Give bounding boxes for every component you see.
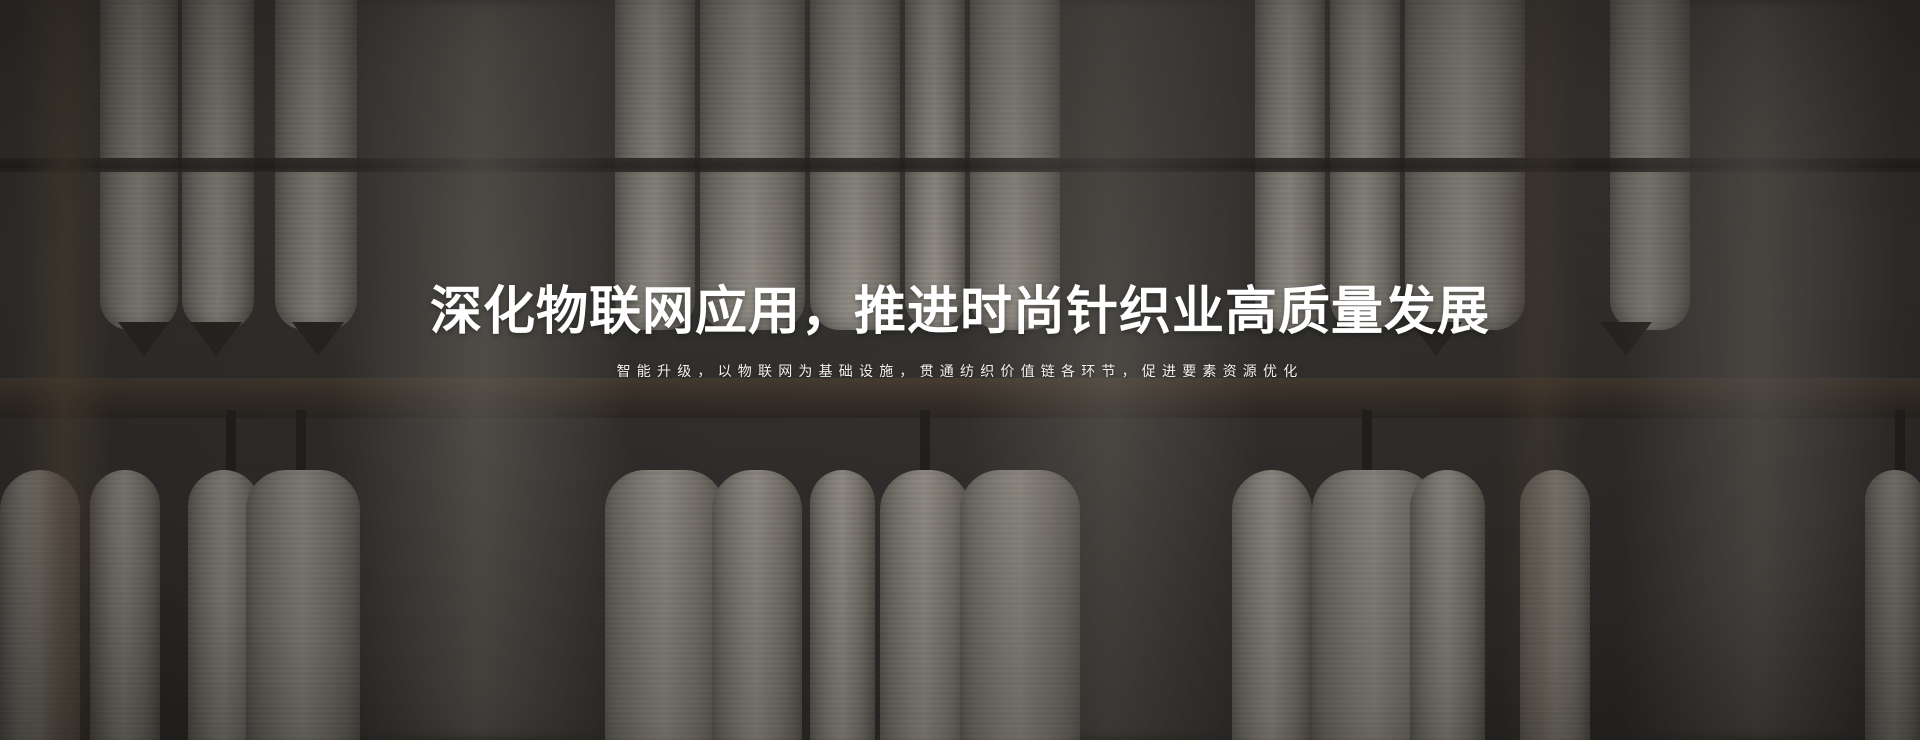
- hero-title: 深化物联网应用，推进时尚针织业高质量发展: [429, 282, 1490, 342]
- hero-content: 深化物联网应用，推进时尚针织业高质量发展 智能升级，以物联网为基础设施，贯通纺织…: [0, 0, 1920, 740]
- hero-banner: 深化物联网应用，推进时尚针织业高质量发展 智能升级，以物联网为基础设施，贯通纺织…: [0, 0, 1920, 740]
- hero-subtitle: 智能升级，以物联网为基础设施，贯通纺织价值链各环节，促进要素资源优化: [616, 364, 1304, 380]
